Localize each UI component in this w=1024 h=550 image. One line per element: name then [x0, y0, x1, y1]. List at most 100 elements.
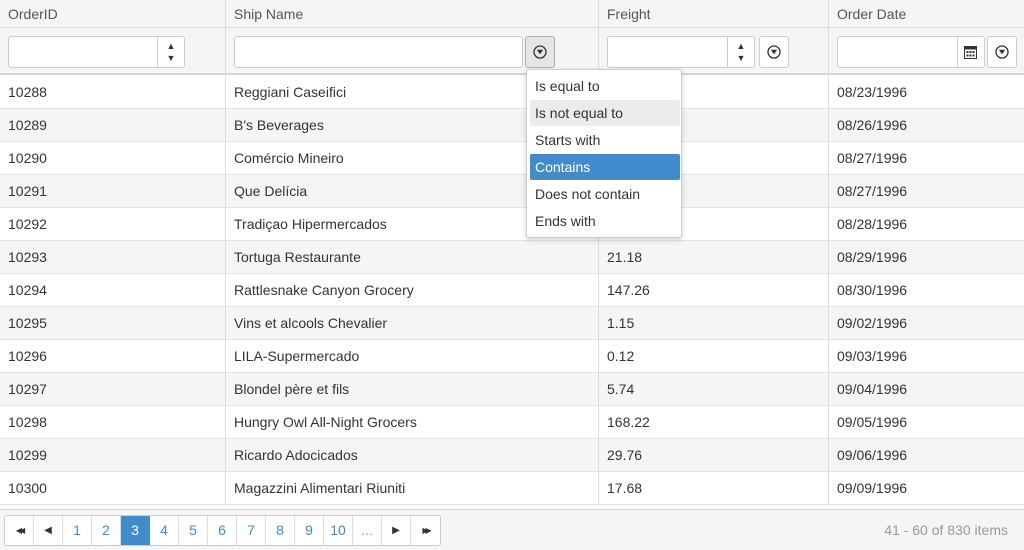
page-button-5[interactable]: 5 — [179, 516, 208, 545]
cell-orderdate: 08/28/1996 — [837, 216, 908, 232]
filter-operator-option[interactable]: Does not contain — [530, 181, 680, 207]
table-row[interactable]: 10291 Que Delícia 08/27/1996 — [0, 175, 1024, 208]
cell-orderdate: 08/30/1996 — [837, 282, 908, 298]
page-button-9[interactable]: 9 — [295, 516, 324, 545]
grid-pager: ◀◀ ◀ 1 2 3 4 5 6 7 8 9 10... ▶ ▶▶ 41 - 60 of 830 it… — [0, 509, 1024, 550]
cell-orderid: 10291 — [0, 175, 226, 208]
cell-shipname: LILA-Supermercado — [226, 340, 599, 373]
next-page-button[interactable]: ▶ — [382, 516, 411, 545]
cell-orderid: 10300 — [0, 472, 226, 505]
shipname-filter-button[interactable] — [525, 36, 555, 68]
pager-info: 41 - 60 of 830 items — [884, 522, 1008, 538]
page-button-10[interactable]: 10 — [324, 516, 353, 545]
filter-operator-option[interactable]: Contains — [530, 154, 680, 180]
orderid-filter-numeric[interactable]: ▲ ▼ — [8, 36, 185, 68]
filter-operator-option[interactable]: Ends with — [530, 208, 680, 234]
header-orderdate[interactable]: Order Date — [829, 0, 1024, 28]
cell-orderdate: 09/09/1996 — [837, 480, 908, 496]
table-row[interactable]: 10298 Hungry Owl All-Night Grocers 168.22 0… — [0, 406, 1024, 439]
table-row[interactable]: 10296 LILA-Supermercado 0.12 09/03/1996 — [0, 340, 1024, 373]
page-button-8[interactable]: 8 — [266, 516, 295, 545]
freight-filter-button[interactable] — [759, 36, 789, 68]
table-row[interactable]: 10290 Comércio Mineiro 08/27/1996 — [0, 142, 1024, 175]
cell-freight: 1.15 — [599, 307, 829, 340]
cell-shipname: Ricardo Adocicados — [226, 439, 599, 472]
cell-orderdate: 08/26/1996 — [837, 117, 908, 133]
page-button-3[interactable]: 3 — [121, 516, 150, 545]
header-freight[interactable]: Freight — [599, 0, 829, 28]
table-row[interactable]: 10288 Reggiani Caseifici 08/23/1996 — [0, 76, 1024, 109]
cell-orderid: 10289 — [0, 109, 226, 142]
prev-page-icon: ◀ — [44, 525, 52, 536]
cell-orderdate: 08/29/1996 — [837, 249, 908, 265]
more-pages-button[interactable]: ... — [353, 516, 382, 545]
table-row[interactable]: 10294 Rattlesnake Canyon Grocery 147.26 08/… — [0, 274, 1024, 307]
cell-freight: 5.74 — [599, 373, 829, 406]
filter-cell-orderdate — [829, 28, 1024, 74]
filter-cell-freight: ▲ ▼ — [599, 28, 829, 74]
table-row[interactable]: 10300 Magazzini Alimentari Riuniti 17.68 09… — [0, 472, 1024, 505]
first-page-button[interactable]: ◀◀ — [5, 516, 34, 545]
filter-cell-shipname — [226, 28, 599, 74]
table-row[interactable]: 10293 Tortuga Restaurante 21.18 08/29/1996 — [0, 241, 1024, 274]
page-button-2[interactable]: 2 — [92, 516, 121, 545]
last-page-icon: ▶▶ — [422, 526, 431, 535]
cell-orderdate: 09/03/1996 — [837, 348, 908, 364]
orderid-spinner[interactable]: ▲ ▼ — [157, 37, 184, 67]
cell-shipname: Blondel père et fils — [226, 373, 599, 406]
cell-freight: 0.12 — [599, 340, 829, 373]
shipname-filter-box[interactable] — [234, 36, 523, 68]
cell-shipname: Rattlesnake Canyon Grocery — [226, 274, 599, 307]
prev-page-button[interactable]: ◀ — [34, 516, 63, 545]
filter-icon — [995, 45, 1009, 59]
cell-orderdate: 08/27/1996 — [837, 150, 908, 166]
shipname-filter-input[interactable] — [235, 37, 522, 67]
orders-grid: OrderID Ship Name Freight Order Date ▲ ▼ — [0, 0, 1024, 550]
cell-orderid: 10297 — [0, 373, 226, 406]
table-row[interactable]: 10297 Blondel père et fils 5.74 09/04/1996 — [0, 373, 1024, 406]
table-row[interactable]: 10295 Vins et alcools Chevalier 1.15 09/02/… — [0, 307, 1024, 340]
page-button-7[interactable]: 7 — [237, 516, 266, 545]
orderdate-filter-button[interactable] — [987, 36, 1017, 68]
cell-orderid: 10294 — [0, 274, 226, 307]
filter-icon — [533, 45, 547, 59]
spin-down-icon[interactable]: ▼ — [158, 52, 184, 64]
cell-freight: 21.18 — [599, 241, 829, 274]
table-row[interactable]: 10299 Ricardo Adocicados 29.76 09/06/1996 — [0, 439, 1024, 472]
cell-orderid: 10288 — [0, 76, 226, 109]
freight-spinner[interactable]: ▲ ▼ — [727, 37, 754, 67]
cell-orderid: 10293 — [0, 241, 226, 274]
filter-row: ▲ ▼ ▲ ▼ — [0, 28, 1024, 75]
calendar-button[interactable] — [957, 37, 984, 67]
filter-operator-option[interactable]: Starts with — [530, 127, 680, 153]
spin-up-icon[interactable]: ▲ — [728, 40, 754, 52]
header-shipname[interactable]: Ship Name — [226, 0, 599, 28]
cell-freight: 29.76 — [599, 439, 829, 472]
page-button-6[interactable]: 6 — [208, 516, 237, 545]
filter-operator-option[interactable]: Is not equal to — [530, 100, 680, 126]
page-button-1[interactable]: 1 — [63, 516, 92, 545]
cell-orderdate: 09/02/1996 — [837, 315, 908, 331]
cell-orderdate: 08/23/1996 — [837, 84, 908, 100]
cell-freight: 17.68 — [599, 472, 829, 505]
orderdate-filter-datepicker[interactable] — [837, 36, 985, 68]
cell-orderid: 10295 — [0, 307, 226, 340]
spin-up-icon[interactable]: ▲ — [158, 40, 184, 52]
last-page-button[interactable]: ▶▶ — [411, 516, 440, 545]
table-row[interactable]: 10289 B's Beverages 08/26/1996 — [0, 109, 1024, 142]
table-row[interactable]: 10292 Tradiçao Hipermercados 08/28/1996 — [0, 208, 1024, 241]
filter-operator-option[interactable]: Is equal to — [530, 73, 680, 99]
page-button-4[interactable]: 4 — [150, 516, 179, 545]
cell-orderdate: 09/05/1996 — [837, 414, 908, 430]
header-orderid[interactable]: OrderID — [0, 0, 226, 28]
filter-icon — [767, 45, 781, 59]
freight-filter-numeric[interactable]: ▲ ▼ — [607, 36, 755, 68]
cell-shipname: Tortuga Restaurante — [226, 241, 599, 274]
grid-header: OrderID Ship Name Freight Order Date — [0, 0, 1024, 28]
cell-orderid: 10296 — [0, 340, 226, 373]
next-page-icon: ▶ — [392, 525, 400, 536]
filter-operator-menu: Is equal to Is not equal to Starts with Con… — [526, 69, 682, 238]
spin-down-icon[interactable]: ▼ — [728, 52, 754, 64]
pager-buttons: ◀◀ ◀ 1 2 3 4 5 6 7 8 9 10... ▶ ▶▶ — [4, 515, 441, 546]
cell-orderid: 10290 — [0, 142, 226, 175]
